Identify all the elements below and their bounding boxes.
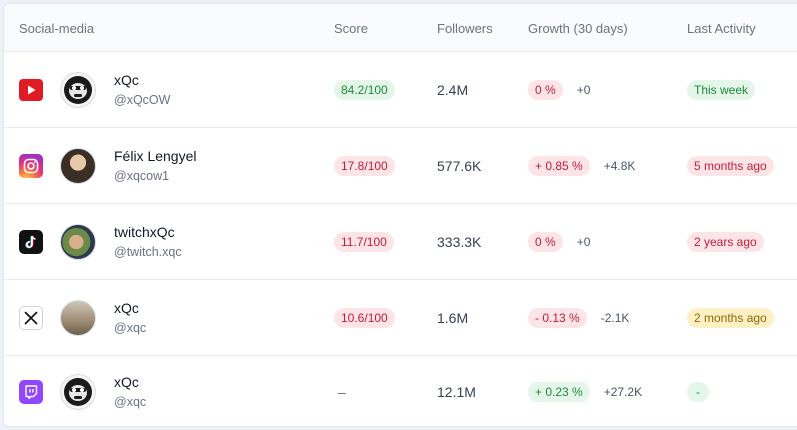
score-badge: 84.2/100 — [334, 79, 395, 100]
followers-count: 333.3K — [437, 233, 482, 250]
youtube-icon[interactable] — [19, 78, 43, 101]
column-header-growth[interactable]: Growth (30 days) — [528, 21, 628, 36]
twitch-icon[interactable] — [19, 380, 43, 404]
avatar[interactable] — [60, 299, 96, 336]
table-row[interactable]: xQc @xQcOW 84.2/100 2.4M 0 % +0 This wee… — [4, 52, 797, 128]
followers-count: 12.1M — [437, 384, 476, 400]
tiktok-icon[interactable] — [19, 229, 43, 254]
avatar[interactable] — [60, 223, 96, 260]
social-media-table: Social-media Score Followers Growth (30 … — [3, 3, 797, 427]
profile-handle: @xqc — [114, 395, 147, 409]
last-activity-badge: - — [687, 382, 709, 402]
profile-name[interactable]: xQc — [114, 71, 170, 89]
column-header-score[interactable]: Score — [334, 21, 368, 36]
growth-delta: +0 — [576, 234, 591, 249]
last-activity-badge: This week — [687, 79, 756, 100]
growth-percent-badge: 0 % — [528, 231, 563, 252]
profile-name[interactable]: xQc — [114, 373, 146, 391]
table-row[interactable]: Félix Lengyel @xqcow1 17.8/100 577.6K + … — [4, 128, 797, 204]
column-header-last-activity[interactable]: Last Activity — [687, 21, 756, 36]
followers-count: 2.4M — [437, 81, 469, 98]
profile-name[interactable]: twitchxQc — [114, 223, 182, 241]
last-activity-badge: 2 years ago — [687, 231, 764, 252]
profile-handle: @xqcow1 — [114, 168, 170, 183]
table-header: Social-media Score Followers Growth (30 … — [4, 4, 797, 52]
avatar[interactable] — [60, 71, 96, 108]
table-row[interactable]: twitchxQc @twitch.xqc 11.7/100 333.3K 0 … — [4, 204, 797, 280]
instagram-icon[interactable] — [19, 153, 43, 178]
score-badge: 11.7/100 — [334, 231, 394, 252]
followers-count: 577.6K — [437, 157, 482, 174]
table-row[interactable]: xQc @xqc 10.6/100 1.6M - 0.13 % -2.1K 2 … — [4, 280, 797, 356]
avatar[interactable] — [60, 374, 96, 410]
last-activity-badge: 5 months ago — [687, 155, 774, 176]
profile-handle: @xQcOW — [114, 92, 171, 107]
growth-percent-badge: 0 % — [528, 79, 563, 100]
profile-handle: @xqc — [114, 320, 147, 335]
score-badge: 10.6/100 — [334, 307, 395, 328]
column-header-social-media[interactable]: Social-media — [19, 21, 94, 36]
growth-delta: +27.2K — [603, 385, 643, 399]
profile-name[interactable]: Félix Lengyel — [114, 147, 197, 165]
followers-count: 1.6M — [437, 309, 469, 326]
profile-handle: @twitch.xqc — [114, 244, 182, 259]
growth-percent-badge: + 0.85 % — [528, 155, 590, 176]
growth-percent-badge: + 0.23 % — [528, 382, 590, 402]
growth-delta: +0 — [576, 82, 591, 97]
last-activity-badge: 2 months ago — [687, 307, 774, 328]
score-badge: 17.8/100 — [334, 155, 395, 176]
column-header-followers[interactable]: Followers — [437, 21, 493, 36]
table-row[interactable]: xQc @xqc – 12.1M + 0.23 % +27.2K - — [4, 356, 797, 426]
profile-name[interactable]: xQc — [114, 299, 146, 317]
avatar[interactable] — [60, 147, 96, 184]
growth-percent-badge: - 0.13 % — [528, 307, 587, 328]
x-icon[interactable] — [19, 305, 43, 330]
growth-delta: -2.1K — [600, 310, 630, 325]
growth-delta: +4.8K — [603, 158, 636, 173]
score-empty: – — [338, 384, 346, 400]
